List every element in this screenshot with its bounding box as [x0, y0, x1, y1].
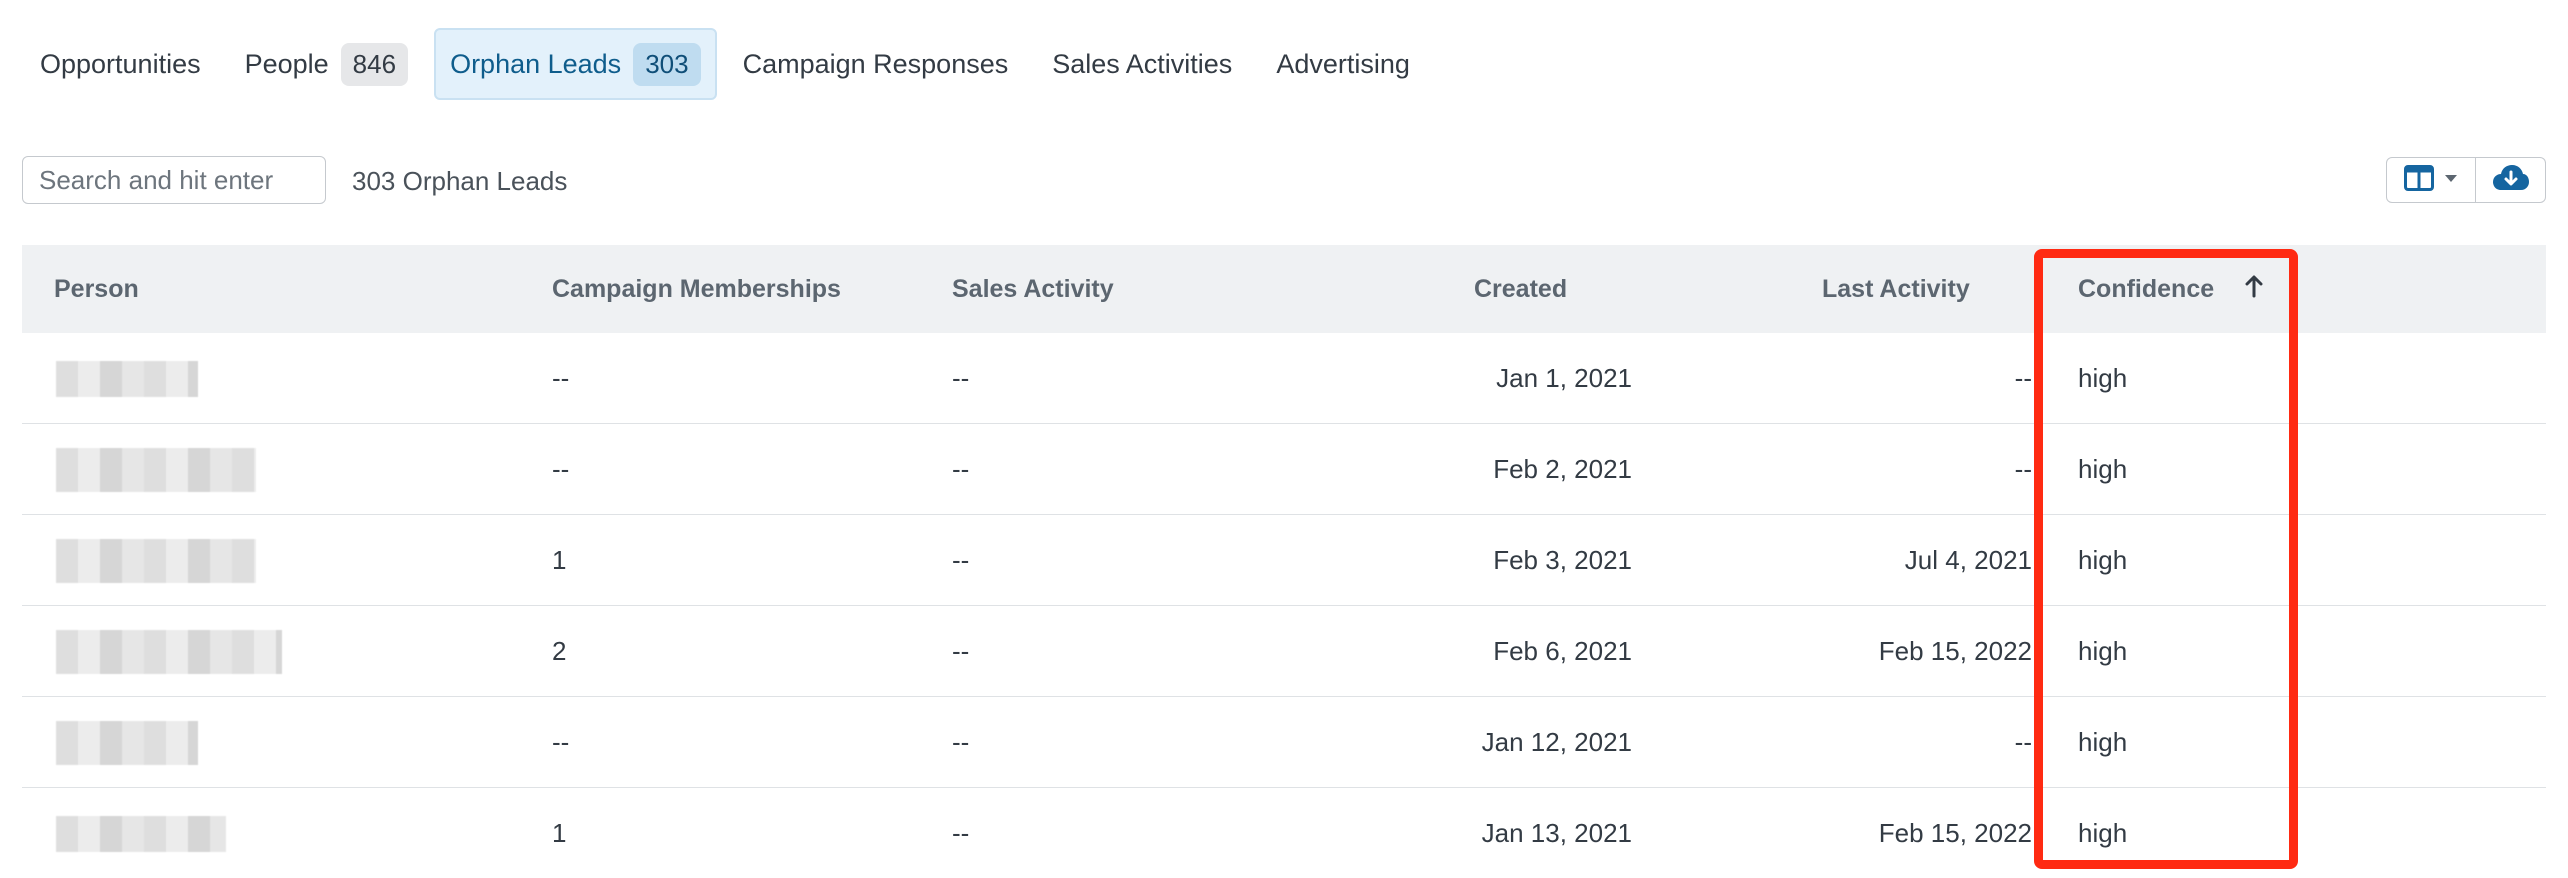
- table-row[interactable]: -- -- Jan 1, 2021 -- high: [22, 333, 2546, 424]
- table-row[interactable]: 1 -- Feb 3, 2021 Jul 4, 2021 high: [22, 515, 2546, 606]
- column-header-label: Confidence: [2078, 275, 2215, 303]
- tab-label: Opportunities: [40, 48, 201, 79]
- person-name-redacted[interactable]: [56, 630, 282, 674]
- table-row[interactable]: 1 -- Jan 13, 2021 Feb 15, 2022 high: [22, 788, 2546, 878]
- columns-icon: [2404, 164, 2434, 196]
- tab-orphan-leads[interactable]: Orphan Leads 303: [434, 28, 717, 100]
- campaign-memberships-cell: --: [552, 727, 570, 757]
- last-activity-cell: --: [2014, 363, 2032, 393]
- cloud-download-icon: [2492, 164, 2530, 197]
- count-badge: 846: [340, 42, 409, 86]
- confidence-cell: high: [2078, 454, 2128, 484]
- tab-label: Campaign Responses: [742, 48, 1009, 79]
- sales-activity-cell: --: [952, 818, 970, 848]
- chevron-down-icon: [2444, 171, 2458, 189]
- created-cell: Jan 13, 2021: [1481, 818, 1632, 848]
- tab-sales-activities[interactable]: Sales Activities: [1034, 28, 1250, 100]
- person-name-redacted[interactable]: [56, 816, 226, 852]
- tab-advertising[interactable]: Advertising: [1258, 28, 1428, 100]
- tab-campaign-responses[interactable]: Campaign Responses: [725, 28, 1027, 100]
- last-activity-cell: --: [2014, 727, 2032, 757]
- tab-bar: Opportunities People 846 Orphan Leads 30…: [22, 28, 1428, 100]
- tab-label: Sales Activities: [1052, 48, 1233, 79]
- person-name-redacted[interactable]: [56, 361, 198, 397]
- column-header-person[interactable]: Person: [54, 245, 139, 333]
- last-activity-cell: Jul 4, 2021: [1904, 545, 2032, 575]
- campaign-memberships-cell: 1: [552, 545, 567, 575]
- column-header-sales-activity[interactable]: Sales Activity: [952, 245, 1114, 333]
- sales-activity-cell: --: [952, 727, 970, 757]
- confidence-cell: high: [2078, 727, 2128, 757]
- last-activity-cell: Feb 15, 2022: [1878, 818, 2032, 848]
- sales-activity-cell: --: [952, 363, 970, 393]
- tab-label: Orphan Leads: [450, 48, 622, 79]
- campaign-memberships-cell: 1: [552, 818, 567, 848]
- confidence-cell: high: [2078, 545, 2128, 575]
- column-header-last-activity[interactable]: Last Activity: [1822, 245, 1970, 333]
- column-header-campaign-memberships[interactable]: Campaign Memberships: [552, 245, 841, 333]
- count-badge: 303: [633, 42, 701, 86]
- table-row[interactable]: 2 -- Feb 6, 2021 Feb 15, 2022 high: [22, 606, 2546, 697]
- arrow-up-icon: [2245, 246, 2263, 334]
- confidence-cell: high: [2078, 818, 2128, 848]
- last-activity-cell: Feb 15, 2022: [1878, 636, 2032, 666]
- columns-button[interactable]: [2386, 157, 2476, 203]
- created-cell: Feb 2, 2021: [1493, 454, 1632, 484]
- column-header-created[interactable]: Created: [1474, 245, 1567, 333]
- table-header: Person Campaign Memberships Sales Activi…: [22, 245, 2546, 333]
- person-name-redacted[interactable]: [56, 721, 198, 765]
- tab-opportunities[interactable]: Opportunities: [22, 28, 219, 100]
- search-input[interactable]: [22, 156, 326, 204]
- campaign-memberships-cell: --: [552, 363, 570, 393]
- campaign-memberships-cell: --: [552, 454, 570, 484]
- table-row[interactable]: -- -- Feb 2, 2021 -- high: [22, 424, 2546, 515]
- created-cell: Feb 3, 2021: [1493, 545, 1632, 575]
- person-name-redacted[interactable]: [56, 448, 256, 492]
- orphan-leads-table: Person Campaign Memberships Sales Activi…: [22, 245, 2546, 878]
- confidence-cell: high: [2078, 363, 2128, 393]
- confidence-cell: high: [2078, 636, 2128, 666]
- table-row[interactable]: -- -- Jan 12, 2021 -- high: [22, 697, 2546, 788]
- result-count: 303 Orphan Leads: [352, 166, 568, 196]
- sales-activity-cell: --: [952, 454, 970, 484]
- person-name-redacted[interactable]: [56, 539, 256, 583]
- tab-label: Advertising: [1276, 48, 1410, 79]
- created-cell: Feb 6, 2021: [1493, 636, 1632, 666]
- campaign-memberships-cell: 2: [552, 636, 567, 666]
- column-header-confidence[interactable]: Confidence: [2078, 245, 2263, 333]
- sales-activity-cell: --: [952, 545, 970, 575]
- created-cell: Jan 12, 2021: [1481, 727, 1632, 757]
- tab-label: People: [244, 48, 329, 79]
- last-activity-cell: --: [2014, 454, 2032, 484]
- sales-activity-cell: --: [952, 636, 970, 666]
- table-tools: [2386, 157, 2546, 203]
- download-button[interactable]: [2476, 157, 2546, 203]
- tab-people[interactable]: People 846: [227, 28, 426, 100]
- created-cell: Jan 1, 2021: [1496, 363, 1632, 393]
